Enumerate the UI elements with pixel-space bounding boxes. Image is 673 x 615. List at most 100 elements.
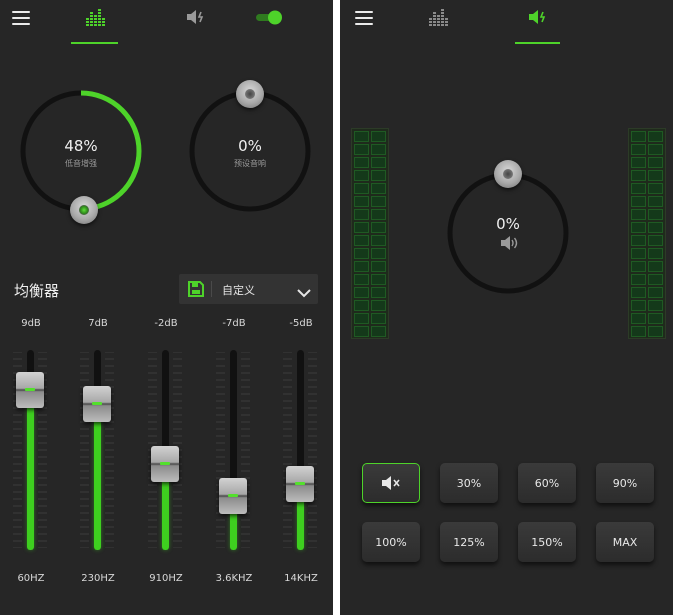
band-db-label: -2dB: [154, 318, 178, 329]
vu-meter-cell: [371, 131, 386, 142]
volume-boost-icon[interactable]: [522, 6, 552, 28]
band-frequency-label: 14KHZ: [284, 573, 318, 584]
vu-meter-cell: [371, 183, 386, 194]
vu-meter-cell: [371, 157, 386, 168]
vu-meter-cell: [631, 222, 646, 233]
vu-meter-cell: [371, 144, 386, 155]
slider-thumb[interactable]: [219, 478, 247, 514]
vu-meter-cell: [354, 196, 369, 207]
equalizer-screen: 48% 低音增强 0% 预设音响 均衡器 自定义 9dB 7dB -2dB -7…: [0, 0, 333, 615]
vu-meter-cell: [354, 209, 369, 220]
volume-boost-icon[interactable]: [180, 6, 210, 28]
vu-meter-cell: [631, 170, 646, 181]
vu-meter-cell: [631, 300, 646, 311]
vu-meter-left: [351, 128, 389, 339]
menu-icon[interactable]: [355, 11, 373, 25]
save-icon[interactable]: [188, 281, 204, 297]
slider-fill: [26, 390, 34, 550]
volume-preset-button[interactable]: 60%: [518, 463, 576, 503]
vu-meter-cell: [371, 222, 386, 233]
vu-meter-cell: [354, 131, 369, 142]
vu-meter-cell: [648, 248, 663, 259]
equalizer-icon[interactable]: [80, 6, 110, 28]
menu-icon[interactable]: [12, 11, 30, 25]
vu-meter-cell: [354, 287, 369, 298]
virtualizer-label: 预设音响: [234, 159, 266, 168]
vu-meter-cell: [648, 131, 663, 142]
band-frequency-label: 230HZ: [81, 573, 115, 584]
vu-meter-cell: [354, 183, 369, 194]
bass-boost-label: 低音增强: [65, 159, 97, 168]
band-db-label: -5dB: [289, 318, 313, 329]
slider-thumb[interactable]: [83, 386, 111, 422]
equalizer-title: 均衡器: [14, 282, 60, 300]
vu-meter-cell: [631, 131, 646, 142]
vu-meter-cell: [631, 248, 646, 259]
vu-meter-cell: [648, 313, 663, 324]
slider-thumb[interactable]: [151, 446, 179, 482]
vu-meter-cell: [354, 300, 369, 311]
volume-dial[interactable]: 0%: [447, 160, 569, 294]
slider-thumb[interactable]: [286, 466, 314, 502]
vu-meter-cell: [371, 274, 386, 285]
bass-boost-dial[interactable]: 48% 低音增强: [20, 90, 142, 224]
virtualizer-value: 0%: [238, 137, 262, 155]
vu-meter-cell: [631, 144, 646, 155]
volume-preset-button[interactable]: MAX: [596, 522, 654, 562]
mute-button[interactable]: [362, 463, 420, 503]
band-frequency-label: 910HZ: [149, 573, 183, 584]
virtualizer-knob[interactable]: [236, 80, 264, 108]
vu-meter-cell: [631, 157, 646, 168]
vu-meter-cell: [631, 313, 646, 324]
mute-icon: [382, 476, 400, 490]
vu-meter-cell: [631, 196, 646, 207]
band-db-label: 9dB: [21, 318, 41, 329]
toggle-switch[interactable]: [254, 6, 284, 28]
vu-meter-cell: [371, 170, 386, 181]
speaker-icon: [500, 236, 518, 250]
preset-label: 自定义: [222, 284, 255, 297]
vu-meter-cell: [371, 313, 386, 324]
slider-fill: [93, 404, 101, 550]
vu-meter-cell: [648, 209, 663, 220]
vu-meter-cell: [648, 222, 663, 233]
vu-meter-cell: [631, 274, 646, 285]
band-frequency-label: 60HZ: [17, 573, 45, 584]
preset-dropdown[interactable]: 自定义: [179, 274, 318, 304]
bass-boost-knob[interactable]: [70, 196, 98, 224]
vu-meter-cell: [648, 183, 663, 194]
volume-preset-button[interactable]: 100%: [362, 522, 420, 562]
active-tab-indicator: [515, 42, 560, 44]
volume-preset-button[interactable]: 90%: [596, 463, 654, 503]
vu-meter-cell: [354, 157, 369, 168]
vu-meter-cell: [371, 248, 386, 259]
vu-meter-cell: [371, 300, 386, 311]
vu-meter-cell: [354, 235, 369, 246]
vu-meter-cell: [354, 261, 369, 272]
vu-meter-cell: [371, 235, 386, 246]
volume-preset-button[interactable]: 30%: [440, 463, 498, 503]
vu-meter-right: [628, 128, 666, 339]
vu-meter-cell: [648, 326, 663, 337]
vu-meter-cell: [371, 196, 386, 207]
vu-meter-cell: [648, 157, 663, 168]
slider-thumb[interactable]: [16, 372, 44, 408]
vu-meter-cell: [648, 261, 663, 272]
chevron-down-icon: [297, 283, 311, 298]
vu-meter-cell: [354, 326, 369, 337]
virtualizer-dial[interactable]: 0% 预设音响: [189, 80, 311, 212]
vu-meter-cell: [648, 196, 663, 207]
top-bar: [0, 0, 333, 44]
vu-meter-cell: [354, 274, 369, 285]
volume-knob[interactable]: [494, 160, 522, 188]
vu-meter-cell: [371, 287, 386, 298]
vu-meter-cell: [648, 235, 663, 246]
vu-meter-cell: [371, 261, 386, 272]
band-frequency-label: 3.6KHZ: [215, 573, 253, 584]
volume-preset-button[interactable]: 125%: [440, 522, 498, 562]
volume-preset-button[interactable]: 150%: [518, 522, 576, 562]
vu-meter-cell: [648, 144, 663, 155]
equalizer-icon[interactable]: [423, 6, 453, 28]
vu-meter-cell: [354, 144, 369, 155]
vu-meter-cell: [631, 261, 646, 272]
